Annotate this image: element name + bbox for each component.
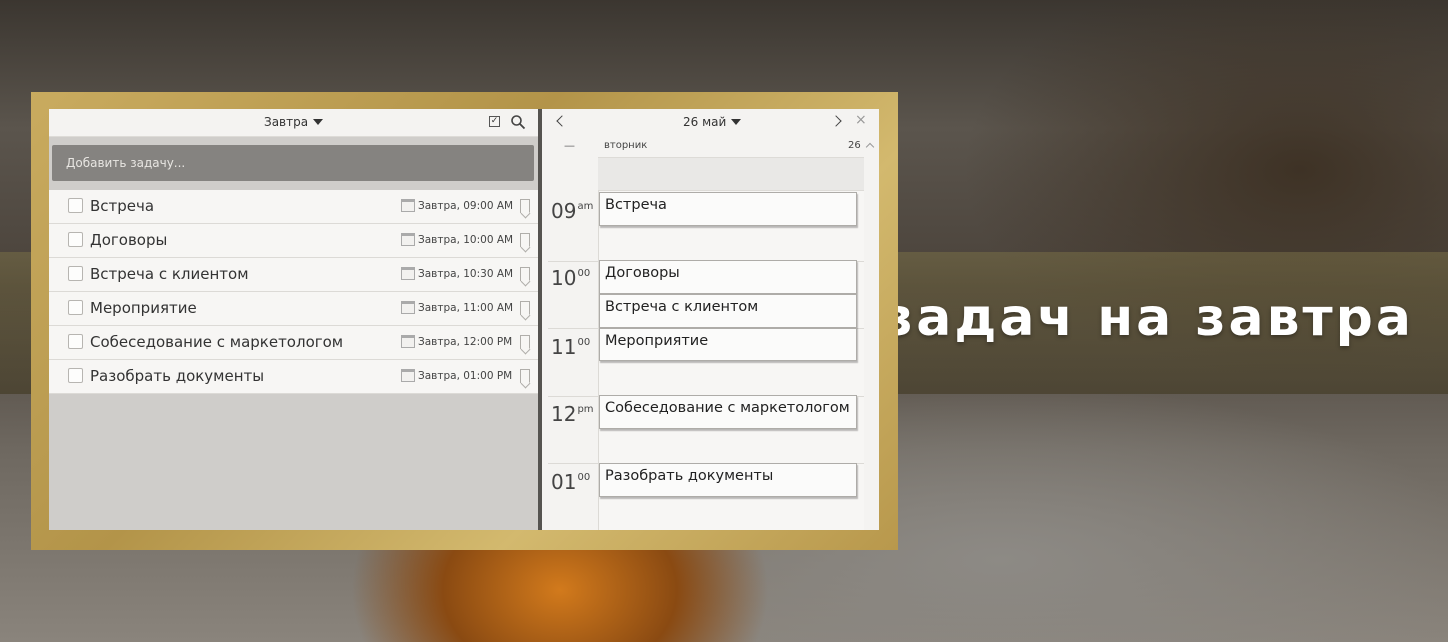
- tasks-panel: Завтра ✓ Встреча Завтра, 09:00 AM Догово…: [49, 109, 538, 530]
- bookmark-icon[interactable]: [520, 335, 530, 349]
- chevron-down-icon: [731, 119, 742, 125]
- calendar-header: 26 май ×: [542, 109, 879, 137]
- date-label: 26 май: [683, 115, 727, 129]
- task-checkbox[interactable]: [68, 300, 83, 315]
- task-date[interactable]: Завтра, 01:00 PM: [418, 370, 512, 382]
- task-checkbox[interactable]: [68, 334, 83, 349]
- calendar-event[interactable]: Встреча с клиентом: [599, 294, 857, 328]
- app-window: Завтра ✓ Встреча Завтра, 09:00 AM Догово…: [49, 109, 879, 530]
- task-date[interactable]: Завтра, 12:00 PM: [418, 336, 512, 348]
- task-title: Встреча: [90, 197, 155, 215]
- date-dropdown[interactable]: 26 май: [683, 115, 742, 129]
- task-row[interactable]: Встреча с клиентом Завтра, 10:30 AM: [49, 258, 538, 292]
- search-icon[interactable]: [510, 114, 526, 130]
- all-day-area[interactable]: [598, 157, 864, 191]
- filter-label: Завтра: [264, 115, 309, 129]
- task-row[interactable]: Встреча Завтра, 09:00 AM: [49, 190, 538, 224]
- day-number: 26: [848, 140, 861, 151]
- hour-label: 12pm: [551, 402, 594, 426]
- hour-label: 0100: [551, 470, 591, 494]
- calendar-event[interactable]: Договоры: [599, 260, 857, 294]
- hour-label: 1100: [551, 335, 591, 359]
- task-title: Договоры: [90, 231, 168, 249]
- bookmark-icon[interactable]: [520, 199, 530, 213]
- calendar-event[interactable]: Собеседование с маркетологом: [599, 395, 857, 429]
- chevron-down-icon: [313, 119, 324, 125]
- task-title: Разобрать документы: [90, 367, 265, 385]
- collapse-button[interactable]: —: [564, 139, 575, 152]
- add-task-input[interactable]: [52, 145, 534, 181]
- bookmark-icon[interactable]: [520, 369, 530, 383]
- chevron-left-icon[interactable]: [556, 115, 568, 127]
- task-date[interactable]: Завтра, 10:00 AM: [418, 234, 513, 246]
- task-checkbox[interactable]: [68, 266, 83, 281]
- hour-label: 09am: [551, 199, 594, 223]
- task-row[interactable]: Мероприятие Завтра, 11:00 AM: [49, 292, 538, 326]
- calendar-icon: [401, 199, 415, 212]
- close-icon[interactable]: ×: [855, 112, 867, 128]
- task-date[interactable]: Завтра, 11:00 AM: [418, 302, 513, 314]
- task-title: Встреча с клиентом: [90, 265, 249, 283]
- bookmark-icon[interactable]: [520, 267, 530, 281]
- calendar-event[interactable]: Разобрать документы: [599, 463, 857, 497]
- headline: 6 задач на завтра: [822, 288, 1414, 348]
- task-row[interactable]: Договоры Завтра, 10:00 AM: [49, 224, 538, 258]
- weekday-label: вторник: [604, 140, 648, 151]
- scrollbar[interactable]: [864, 157, 879, 530]
- task-checkbox[interactable]: [68, 368, 83, 383]
- tasks-header: Завтра ✓: [49, 109, 538, 137]
- task-row[interactable]: Собеседование с маркетологом Завтра, 12:…: [49, 326, 538, 360]
- calendar-event[interactable]: Встреча: [599, 192, 857, 226]
- hour-label: 1000: [551, 266, 591, 290]
- task-checkbox[interactable]: [68, 232, 83, 247]
- checkbox-toggle-icon[interactable]: ✓: [489, 116, 500, 127]
- calendar-panel: 26 май × — вторник 26 09am 1000 1100 12p…: [542, 109, 879, 530]
- task-list: Встреча Завтра, 09:00 AM Договоры Завтра…: [49, 190, 538, 394]
- calendar-icon: [401, 369, 415, 382]
- filter-dropdown[interactable]: Завтра: [264, 115, 324, 129]
- chevron-right-icon[interactable]: [830, 115, 842, 127]
- task-title: Мероприятие: [90, 299, 197, 317]
- bookmark-icon[interactable]: [520, 301, 530, 315]
- task-row[interactable]: Разобрать документы Завтра, 01:00 PM: [49, 360, 538, 394]
- bookmark-icon[interactable]: [520, 233, 530, 247]
- task-checkbox[interactable]: [68, 198, 83, 213]
- calendar-icon: [401, 335, 415, 348]
- day-header: — вторник 26: [542, 137, 864, 157]
- calendar-icon: [401, 233, 415, 246]
- task-date[interactable]: Завтра, 10:30 AM: [418, 268, 513, 280]
- scroll-up-icon[interactable]: [865, 142, 875, 152]
- task-date[interactable]: Завтра, 09:00 AM: [418, 200, 513, 212]
- calendar-icon: [401, 301, 415, 314]
- calendar-icon: [401, 267, 415, 280]
- task-title: Собеседование с маркетологом: [90, 333, 344, 351]
- calendar-event[interactable]: Мероприятие: [599, 328, 857, 361]
